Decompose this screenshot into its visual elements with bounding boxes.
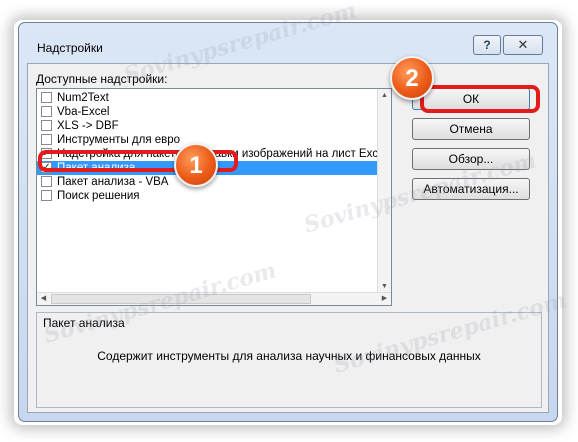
help-icon: ? — [483, 38, 491, 52]
list-item-label: XLS -> DBF — [57, 120, 119, 132]
description-group: Пакет анализа Содержит инструменты для а… — [36, 312, 542, 408]
scroll-thumb[interactable] — [51, 294, 311, 304]
close-button[interactable]: ✕ — [503, 35, 543, 55]
browse-button[interactable]: Обзор... — [412, 148, 530, 170]
available-addins-label: Доступные надстройки: — [36, 72, 168, 86]
list-item-label: Num2Text — [57, 92, 109, 104]
ok-highlight-frame — [420, 85, 540, 113]
checkbox[interactable] — [41, 120, 52, 131]
list-item-label: Пакет анализа - VBA — [57, 176, 169, 188]
list-item[interactable]: Vba-Excel — [37, 105, 379, 119]
cancel-button[interactable]: Отмена — [412, 118, 530, 140]
addins-listbox[interactable]: Num2Text Vba-Excel XLS -> DBF Инструмент… — [36, 88, 392, 306]
checkbox[interactable] — [41, 190, 52, 201]
list-item[interactable]: Num2Text — [37, 91, 379, 105]
checkbox[interactable] — [41, 176, 52, 187]
checkbox[interactable] — [41, 106, 52, 117]
list-item-label: Инструменты для евро — [57, 134, 181, 146]
description-title: Пакет анализа — [43, 316, 125, 330]
description-text: Содержит инструменты для анализа научных… — [97, 349, 481, 363]
list-item[interactable]: Поиск решения — [37, 189, 379, 203]
scroll-up-icon[interactable]: ▲ — [378, 89, 391, 102]
automation-button[interactable]: Автоматизация... — [412, 178, 530, 200]
checkbox[interactable] — [41, 134, 52, 145]
horizontal-scrollbar[interactable]: ◀ ▶ — [37, 292, 391, 305]
addins-dialog: Надстройки ? ✕ Доступные надстройки: Num… — [18, 22, 558, 422]
step-badge-2: 2 — [390, 56, 434, 100]
scroll-left-icon[interactable]: ◀ — [37, 293, 50, 305]
dialog-title: Надстройки — [37, 41, 103, 55]
scroll-right-icon[interactable]: ▶ — [378, 293, 391, 305]
vertical-scrollbar[interactable]: ▲ ▼ — [377, 89, 391, 293]
list-item[interactable]: Инструменты для евро — [37, 133, 379, 147]
close-icon: ✕ — [517, 37, 529, 52]
list-item[interactable]: XLS -> DBF — [37, 119, 379, 133]
step-badge-1: 1 — [174, 143, 218, 187]
list-item-label: Поиск решения — [57, 190, 140, 202]
list-item-label: Vba-Excel — [57, 106, 110, 118]
checkbox[interactable] — [41, 92, 52, 103]
dialog-client-area: Доступные надстройки: Num2Text Vba-Excel… — [27, 63, 549, 413]
help-button[interactable]: ? — [473, 35, 501, 55]
